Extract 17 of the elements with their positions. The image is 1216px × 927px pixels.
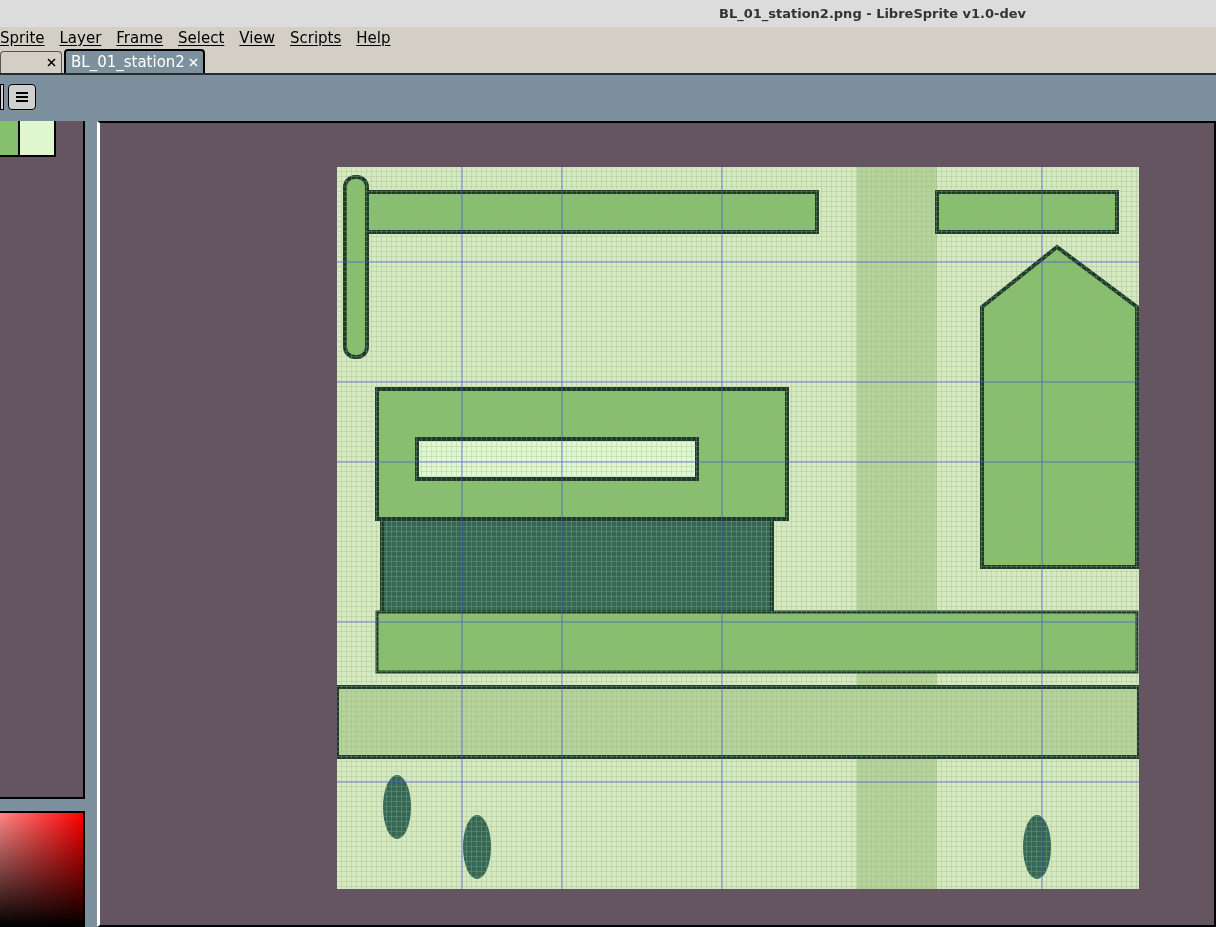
palette-swatch[interactable] [0,121,20,157]
menu-item[interactable]: View [239,26,275,50]
close-icon[interactable] [47,58,56,67]
file-tab[interactable] [0,51,62,73]
menu-item[interactable]: Frame [116,26,164,50]
toolbar-button[interactable] [0,84,4,110]
menu-item[interactable]: Scripts [289,26,342,50]
menu-item[interactable]: Layer [59,26,102,50]
menu-item[interactable]: Help [356,26,391,50]
pixel-art-drawing[interactable] [337,167,1139,889]
menu-icon [16,92,28,102]
window-title: BL_01_station2.png - LibreSprite v1.0-dev [718,4,1026,24]
menu-item[interactable]: Sprite [0,26,45,50]
menu-button[interactable] [8,84,36,110]
color-picker[interactable] [0,811,85,927]
palette-swatch[interactable] [20,121,56,157]
menu-item[interactable]: Select [178,26,225,50]
